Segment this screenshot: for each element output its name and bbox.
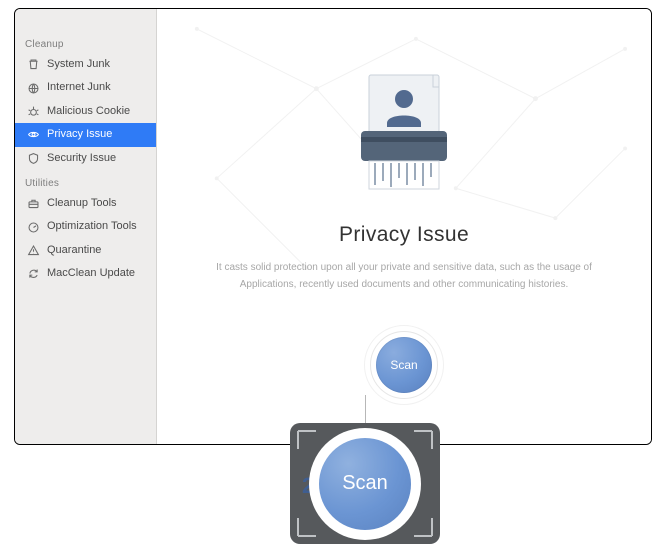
sidebar-item-label: Quarantine <box>47 243 101 258</box>
sidebar-item-label: System Junk <box>47 57 110 72</box>
bug-icon <box>27 105 40 118</box>
privacy-illustration <box>339 73 469 193</box>
page-title: Privacy Issue <box>339 223 469 247</box>
sidebar-section-cleanup: Cleanup <box>15 31 156 53</box>
globe-icon <box>27 82 40 95</box>
main-panel: Privacy Issue It casts solid protection … <box>157 9 651 444</box>
sidebar-item-label: Malicious Cookie <box>47 104 130 119</box>
callout-connector <box>365 395 366 425</box>
warning-icon <box>27 244 40 257</box>
sidebar-item-label: Security Issue <box>47 151 116 166</box>
gauge-icon <box>27 221 40 234</box>
sidebar-item-update[interactable]: MacClean Update <box>15 262 156 285</box>
shield-icon <box>27 152 40 165</box>
sidebar-item-security-issue[interactable]: Security Issue <box>15 147 156 170</box>
sidebar: Cleanup System Junk Internet Junk Malici… <box>15 9 157 444</box>
page-description: It casts solid protection upon all your … <box>194 259 614 293</box>
sidebar-item-label: Privacy Issue <box>47 127 112 142</box>
sidebar-item-cleanup-tools[interactable]: Cleanup Tools <box>15 192 156 215</box>
sidebar-item-optimization-tools[interactable]: Optimization Tools <box>15 215 156 238</box>
sidebar-item-internet-junk[interactable]: Internet Junk <box>15 76 156 99</box>
scan-button-magnified[interactable]: Scan <box>319 438 411 530</box>
sidebar-item-label: Optimization Tools <box>47 219 137 234</box>
scan-button-magnified-label: Scan <box>342 472 388 495</box>
refresh-icon <box>27 267 40 280</box>
sidebar-item-malicious-cookie[interactable]: Malicious Cookie <box>15 100 156 123</box>
step-callout: 2 Scan <box>290 423 440 544</box>
sidebar-item-label: Internet Junk <box>47 80 111 95</box>
sidebar-item-label: Cleanup Tools <box>47 196 117 211</box>
scan-button[interactable]: Scan <box>376 337 432 393</box>
scan-ring-inner <box>370 331 438 399</box>
sidebar-item-quarantine[interactable]: Quarantine <box>15 239 156 262</box>
trash-icon <box>27 58 40 71</box>
eye-icon <box>27 128 40 141</box>
sidebar-item-label: MacClean Update <box>47 266 135 281</box>
toolbox-icon <box>27 197 40 210</box>
app-window: Cleanup System Junk Internet Junk Malici… <box>14 8 652 445</box>
sidebar-section-utilities: Utilities <box>15 170 156 192</box>
sidebar-item-privacy-issue[interactable]: Privacy Issue <box>15 123 156 146</box>
sidebar-item-system-junk[interactable]: System Junk <box>15 53 156 76</box>
